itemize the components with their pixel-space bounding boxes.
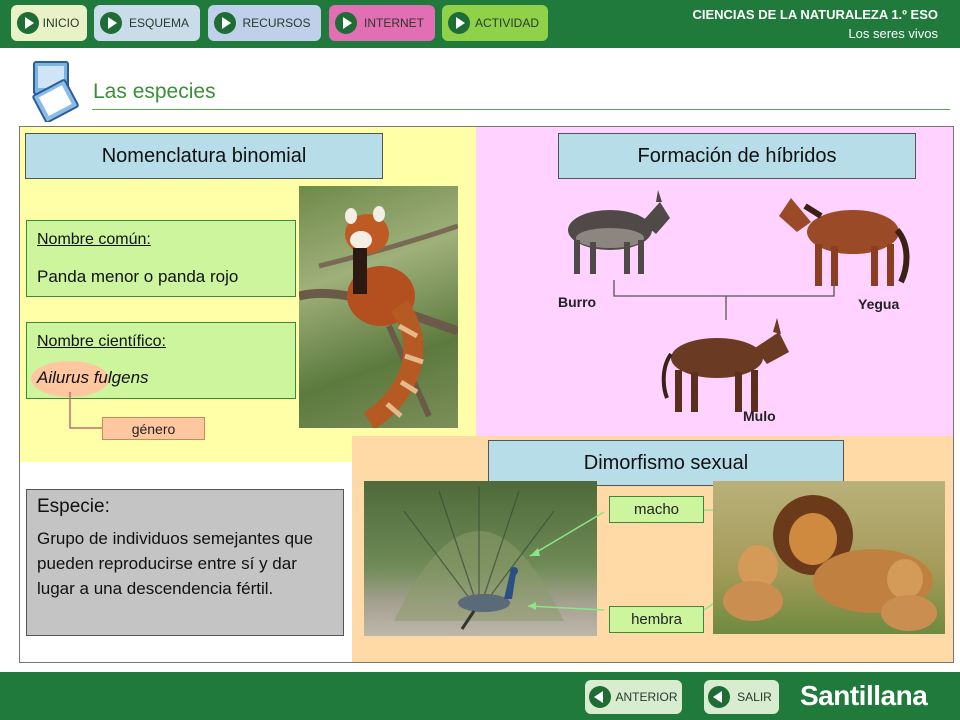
genus-name: Ailurus xyxy=(37,368,89,387)
dimorphism-header: Dimorfismo sexual xyxy=(488,440,844,486)
species-definition-text: Grupo de individuos semejantes que puede… xyxy=(37,529,313,598)
lions-photo xyxy=(713,481,945,634)
nav-esquema-button[interactable]: ESQUEMA xyxy=(94,5,200,41)
exit-label: SALIR xyxy=(737,690,772,704)
binomial-header: Nomenclatura binomial xyxy=(25,133,383,179)
red-panda-image xyxy=(299,206,458,428)
species-epithet: fulgens xyxy=(93,368,149,387)
hybrids-header: Formación de híbridos xyxy=(558,133,916,179)
common-name-box: Nombre común: Panda menor o panda rojo xyxy=(26,220,296,297)
mule-label: Mulo xyxy=(743,408,776,424)
nav-label: INICIO xyxy=(42,16,80,30)
cross-connector xyxy=(613,280,835,320)
scientific-name-label: Nombre científico: xyxy=(37,333,166,350)
common-name-label: Nombre común: xyxy=(37,231,151,248)
arrow-left-icon xyxy=(708,686,730,708)
nav-label: ACTIVIDAD xyxy=(474,16,539,30)
species-definition-box: Especie: Grupo de individuos semejantes … xyxy=(26,489,344,636)
common-name-value: Panda menor o panda rojo xyxy=(37,267,239,286)
donkey-label: Burro xyxy=(558,294,597,310)
exit-button[interactable]: SALIR xyxy=(704,680,779,714)
arrow-right-icon xyxy=(17,12,39,34)
unit-title: Los seres vivos xyxy=(848,26,938,41)
mare-image xyxy=(779,198,910,286)
nav-recursos-button[interactable]: RECURSOS xyxy=(208,5,321,41)
red-panda-photo xyxy=(299,186,458,428)
previous-label: ANTERIOR xyxy=(615,690,678,704)
slide-stack-icon xyxy=(32,61,79,122)
title-divider xyxy=(92,109,950,110)
donkey-image xyxy=(568,190,670,274)
nav-internet-button[interactable]: INTERNET xyxy=(329,5,435,41)
arrow-right-icon xyxy=(448,12,470,34)
arrow-right-icon xyxy=(335,12,357,34)
nav-label: INTERNET xyxy=(364,16,424,30)
course-title: CIENCIAS DE LA NATURALEZA 1.º ESO xyxy=(692,7,938,22)
lions-image xyxy=(723,495,937,631)
arrow-left-icon xyxy=(589,686,611,708)
mare-label: Yegua xyxy=(858,296,900,312)
species-definition-title: Especie: xyxy=(37,496,110,517)
nav-label: ESQUEMA xyxy=(128,16,189,30)
nav-inicio-button[interactable]: INICIO xyxy=(11,5,87,41)
arrow-right-icon xyxy=(100,12,122,34)
page-title: Las especies xyxy=(93,80,216,103)
arrow-right-icon xyxy=(214,12,236,34)
nav-actividad-button[interactable]: ACTIVIDAD xyxy=(442,5,548,41)
nav-label: RECURSOS xyxy=(242,16,311,30)
scientific-name-box: Nombre científico: Ailurus fulgens xyxy=(26,322,296,399)
previous-button[interactable]: ANTERIOR xyxy=(585,680,682,714)
brand-logo: Santillana xyxy=(800,680,928,711)
mule-image xyxy=(661,318,789,412)
genus-tag: género xyxy=(102,417,205,440)
